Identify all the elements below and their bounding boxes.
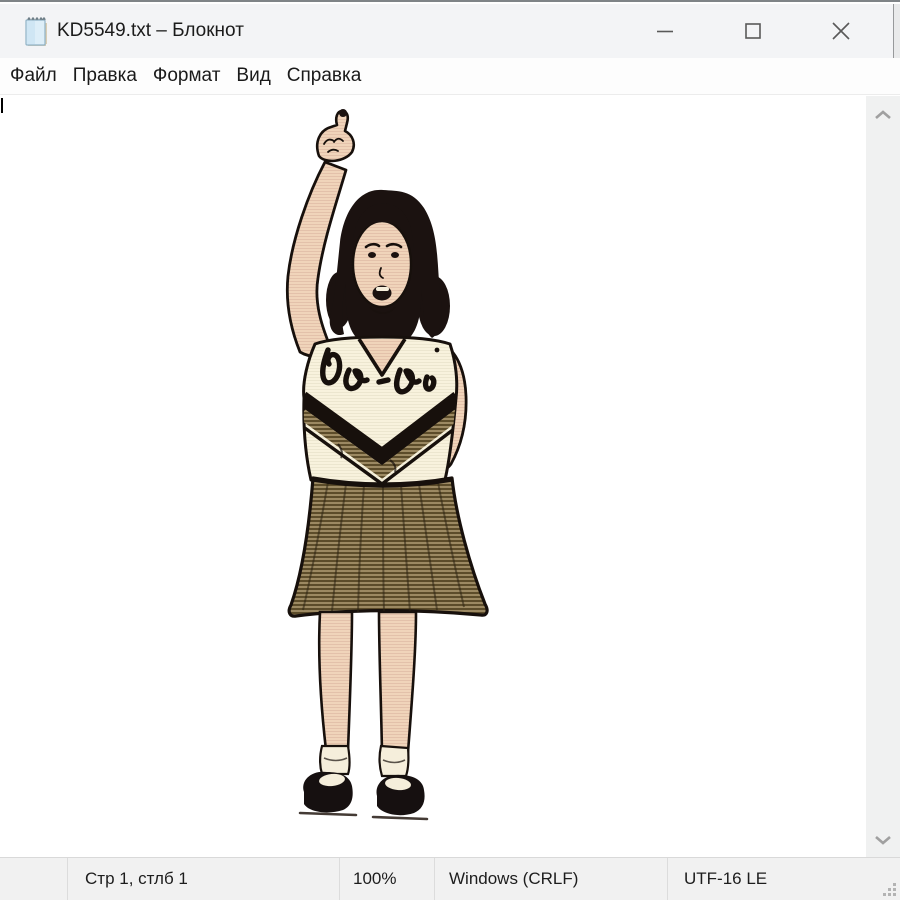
line-ending-indicator: Windows (CRLF) [435,858,668,900]
vertical-scrollbar[interactable] [866,96,900,859]
status-spacer [0,858,68,900]
window-title: KD5549.txt – Блокнот [57,4,244,58]
window-controls [621,4,885,58]
minimize-button[interactable] [621,4,709,58]
resize-grip[interactable] [881,881,897,897]
menu-file[interactable]: Файл [2,58,65,95]
menu-view[interactable]: Вид [228,58,278,95]
close-button[interactable] [797,4,885,58]
text-caret [1,98,3,113]
scroll-up-button[interactable] [866,100,900,130]
menu-edit[interactable]: Правка [65,58,145,95]
menu-format[interactable]: Формат [145,58,229,95]
title-bar[interactable]: KD5549.txt – Блокнот [0,4,900,58]
menu-help[interactable]: Справка [279,58,370,95]
editor-area[interactable] [0,96,866,859]
chevron-down-icon [875,835,891,845]
cursor-position: Стр 1, стлб 1 [68,858,340,900]
window-right-edge [893,4,900,58]
maximize-icon [744,22,762,40]
notepad-icon [24,15,48,47]
cheerleader-illustration [240,96,540,832]
scroll-down-button[interactable] [866,825,900,855]
close-icon [831,21,851,41]
zoom-level: 100% [340,858,435,900]
minimize-icon [656,22,674,40]
encoding-indicator: UTF-16 LE [668,858,900,900]
maximize-button[interactable] [709,4,797,58]
notepad-window: KD5549.txt – Блокнот Файл Правка Формат … [0,0,900,900]
chevron-up-icon [875,110,891,120]
status-bar: Стр 1, стлб 1 100% Windows (CRLF) UTF-16… [0,857,900,900]
menu-bar: Файл Правка Формат Вид Справка [0,58,900,95]
